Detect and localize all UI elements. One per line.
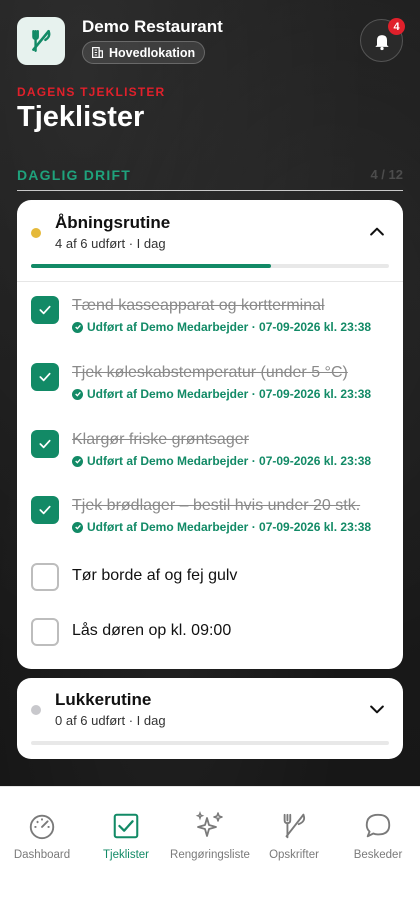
check-icon: [39, 439, 51, 449]
utensils-logo-icon: [32, 29, 51, 52]
nav-opskrifter[interactable]: Opskrifter: [252, 809, 336, 861]
item-label: Tør borde af og fej gulv: [72, 567, 238, 584]
page-title: Tjeklister: [17, 101, 145, 133]
checklist-title[interactable]: Åbningsrutine: [55, 213, 170, 233]
check-icon: [39, 505, 51, 515]
chevron-up-icon[interactable]: [367, 222, 387, 242]
restaurant-logo[interactable]: [17, 17, 65, 65]
nav-dashboard[interactable]: Dashboard: [0, 809, 84, 861]
status-dot: [31, 705, 41, 715]
item-completed-meta: Udført af Demo Medarbejder · 07-09-2026 …: [72, 320, 371, 334]
item-meta-text: Udført af Demo Medarbejder · 07-09-2026 …: [87, 387, 372, 401]
nav-label: Tjeklister: [102, 849, 149, 861]
item-meta-text: Udført af Demo Medarbejder · 07-09-2026 …: [87, 520, 372, 534]
nav-tjeklister[interactable]: Tjeklister: [84, 809, 168, 861]
checklist-card-opening: Åbningsrutine 4 af 6 udført · I dag Tænd…: [17, 200, 403, 669]
item-completed-meta: Udført af Demo Medarbejder · 07-09-2026 …: [72, 520, 371, 534]
check-icon: [39, 372, 51, 382]
checkbox-checked[interactable]: [31, 496, 59, 524]
section-label: DAGLIG DRIFT: [17, 167, 131, 183]
checkbox-checked[interactable]: [31, 363, 59, 391]
app-header: Demo Restaurant Hovedlokation 4: [17, 17, 405, 65]
status-dot: [31, 228, 41, 238]
checklist-item[interactable]: Tænd kasseapparat og kortterminal Udført…: [31, 296, 391, 346]
checkbox-unchecked[interactable]: [31, 618, 59, 646]
checklist-item[interactable]: Lås døren op kl. 09:00: [31, 618, 391, 648]
item-completed-meta: Udført af Demo Medarbejder · 07-09-2026 …: [72, 387, 371, 401]
location-label: Hovedlokation: [109, 45, 196, 60]
building-icon: [92, 47, 103, 58]
item-completed-meta: Udført af Demo Medarbejder · 07-09-2026 …: [72, 454, 371, 468]
bell-icon: [374, 34, 389, 50]
checkbox-checked[interactable]: [31, 296, 59, 324]
notification-badge: 4: [388, 18, 405, 35]
item-meta-text: Udført af Demo Medarbejder · 07-09-2026 …: [87, 320, 372, 334]
progress-bar: [31, 741, 389, 745]
divider: [17, 281, 403, 282]
nav-label: Rengøringsliste: [170, 849, 250, 861]
item-label: Tjek køleskabstemperatur (under 5 °C): [72, 364, 348, 381]
checklist-subtitle: 4 af 6 udført · I dag: [55, 236, 166, 251]
item-label: Lås døren op kl. 09:00: [72, 622, 232, 639]
checklist-item[interactable]: Tjek køleskabstemperatur (under 5 °C) Ud…: [31, 363, 391, 413]
progress-fill: [31, 264, 271, 268]
item-meta-text: Udført af Demo Medarbejder · 07-09-2026 …: [87, 454, 372, 468]
page-eyebrow: DAGENS TJEKLISTER: [17, 85, 166, 99]
checkbox-icon: [113, 813, 139, 839]
chat-bubble-icon: [365, 813, 391, 838]
check-circle-icon: [72, 388, 83, 400]
bottom-nav: Dashboard Tjeklister Rengøringsliste Ops…: [0, 786, 420, 909]
item-label: Tænd kasseapparat og kortterminal: [72, 297, 325, 314]
checklist-item[interactable]: Klargør friske grøntsager Udført af Demo…: [31, 430, 391, 480]
check-circle-icon: [72, 521, 83, 533]
chevron-down-icon[interactable]: [367, 699, 387, 719]
gauge-icon: [29, 814, 55, 840]
restaurant-name: Demo Restaurant: [82, 17, 223, 36]
checkbox-checked[interactable]: [31, 430, 59, 458]
sparkles-icon: [195, 811, 223, 837]
nav-label: Beskeder: [353, 849, 403, 861]
checklist-item[interactable]: Tør borde af og fej gulv: [31, 563, 391, 593]
checkbox-unchecked[interactable]: [31, 563, 59, 591]
item-label: Klargør friske grøntsager: [72, 431, 249, 448]
checklist-title[interactable]: Lukkerutine: [55, 690, 151, 710]
notifications-button[interactable]: 4: [360, 18, 405, 62]
checklist-item[interactable]: Tjek brødlager – bestil hvis under 20 st…: [31, 496, 391, 546]
nav-beskeder[interactable]: Beskeder: [336, 809, 420, 861]
section-count: 4 / 12: [370, 167, 403, 182]
checklist-card-closing[interactable]: Lukkerutine 0 af 6 udført · I dag: [17, 678, 403, 759]
check-icon: [39, 305, 51, 315]
check-circle-icon: [72, 455, 83, 467]
checklist-subtitle: 0 af 6 udført · I dag: [55, 713, 166, 728]
item-label: Tjek brødlager – bestil hvis under 20 st…: [72, 497, 361, 514]
section-header: DAGLIG DRIFT 4 / 12: [17, 165, 403, 191]
nav-label: Opskrifter: [269, 849, 319, 861]
utensils-icon: [283, 813, 306, 839]
nav-rengoringsliste[interactable]: Rengøringsliste: [168, 809, 252, 861]
nav-label: Dashboard: [13, 849, 71, 861]
check-circle-icon: [72, 321, 83, 333]
progress-bar: [31, 264, 389, 268]
location-chip[interactable]: Hovedlokation: [82, 41, 206, 64]
